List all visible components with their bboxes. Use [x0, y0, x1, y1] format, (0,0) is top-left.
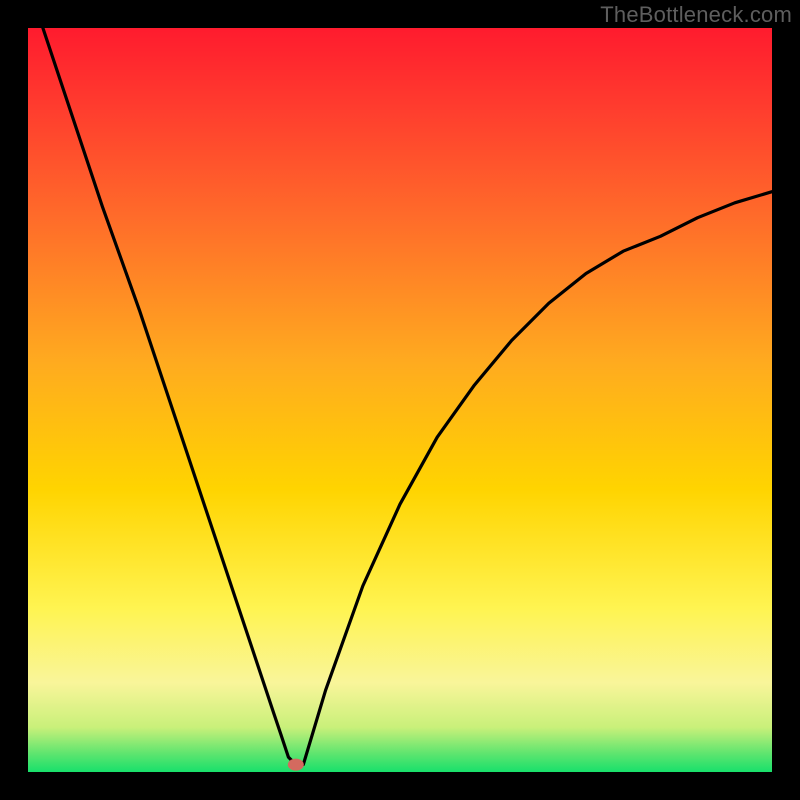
chart-frame: TheBottleneck.com — [0, 0, 800, 800]
gradient-background — [28, 28, 772, 772]
chart-svg — [28, 28, 772, 772]
watermark-label: TheBottleneck.com — [600, 2, 792, 28]
optimum-marker — [288, 759, 304, 771]
plot-area — [28, 28, 772, 772]
